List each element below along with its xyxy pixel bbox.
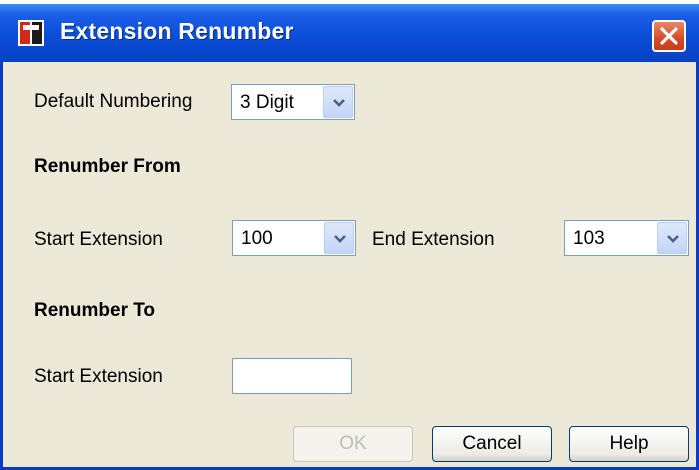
title-bar[interactable]: Extension Renumber — [0, 0, 699, 62]
dropdown-button[interactable] — [324, 222, 354, 254]
from-start-extension-select[interactable]: 100 — [232, 220, 356, 256]
from-start-extension-value: 100 — [241, 228, 273, 249]
close-button[interactable] — [652, 20, 686, 52]
end-extension-label: End Extension — [372, 229, 495, 250]
from-start-extension-label: Start Extension — [34, 229, 163, 250]
ok-button[interactable]: OK — [293, 426, 413, 462]
cancel-button[interactable]: Cancel — [432, 426, 552, 462]
to-start-extension-input[interactable] — [232, 358, 352, 394]
extension-renumber-dialog: Extension Renumber Default Numbering 3 D… — [0, 0, 699, 470]
renumber-from-heading: Renumber From — [34, 156, 181, 177]
to-start-extension-label: Start Extension — [34, 366, 163, 387]
chevron-down-icon — [334, 235, 346, 243]
dropdown-button[interactable] — [323, 86, 353, 118]
end-extension-select[interactable]: 103 — [564, 220, 689, 256]
default-numbering-select[interactable]: 3 Digit — [231, 84, 355, 120]
help-button[interactable]: Help — [569, 426, 689, 462]
chevron-down-icon — [667, 235, 679, 243]
default-numbering-label: Default Numbering — [34, 91, 193, 112]
window-title: Extension Renumber — [60, 18, 294, 44]
default-numbering-value: 3 Digit — [240, 92, 294, 113]
dropdown-button[interactable] — [657, 222, 687, 254]
chevron-down-icon — [333, 99, 345, 107]
close-icon — [660, 27, 678, 45]
end-extension-value: 103 — [573, 228, 605, 249]
app-icon — [18, 20, 44, 46]
renumber-to-heading: Renumber To — [34, 300, 156, 321]
